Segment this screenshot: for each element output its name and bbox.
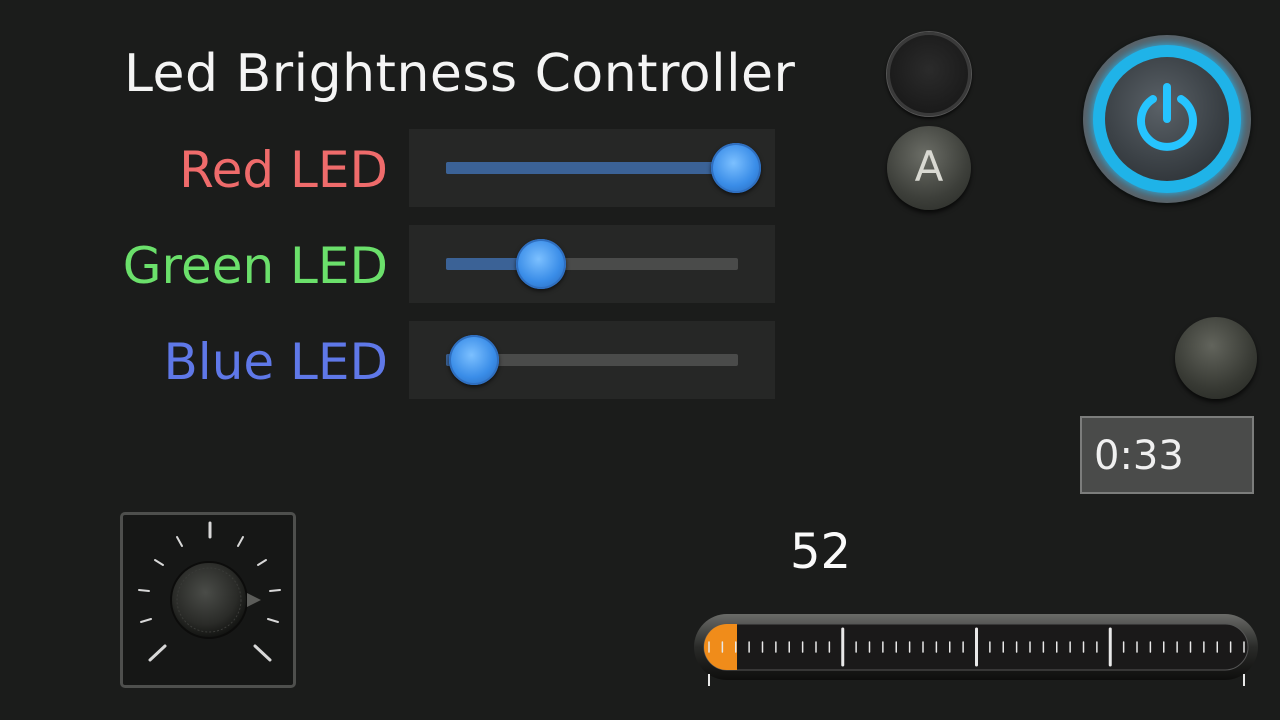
horizontal-gauge[interactable] [692,612,1260,686]
slider-track [446,258,738,270]
knob-pointer [247,593,261,607]
timer-value: 0:33 [1094,433,1184,479]
slider-track [446,162,738,174]
red-led-slider[interactable] [409,129,775,207]
blue-led-slider[interactable] [409,321,775,399]
timer-display: 0:33 [1080,416,1254,494]
power-icon [1137,83,1197,151]
power-button[interactable] [1083,35,1251,203]
blue-led-label: Blue LED [163,333,389,391]
slider-fill [446,162,738,174]
knob-dial [138,521,281,662]
knob [170,561,248,639]
slider-thumb[interactable] [711,143,761,193]
small-round-button[interactable] [1175,317,1257,399]
a-button[interactable]: A [887,126,971,210]
green-led-slider[interactable] [409,225,775,303]
rotary-knob-panel[interactable] [120,512,296,688]
app-title: Led Brightness Controller [124,44,796,104]
gauge-graphic [694,614,1258,686]
green-led-label: Green LED [122,237,388,295]
power-button-face [1105,57,1229,181]
a-button-label: A [914,142,944,191]
red-led-label: Red LED [179,141,388,199]
slider-thumb[interactable] [516,239,566,289]
dark-round-button[interactable] [886,31,972,117]
slider-thumb[interactable] [449,335,499,385]
gauge-value: 52 [790,524,852,580]
